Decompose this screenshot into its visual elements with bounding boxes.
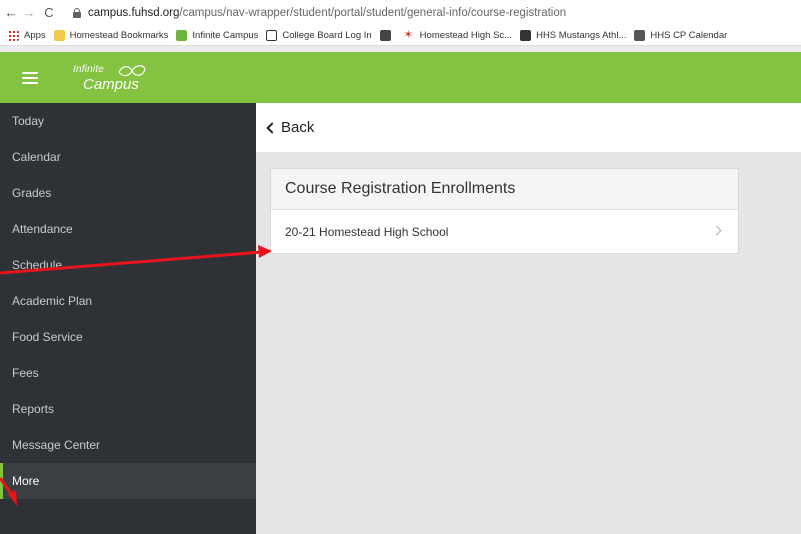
card-title: Course Registration Enrollments [271, 169, 738, 210]
url-path: /campus/nav-wrapper/student/portal/stude… [179, 6, 567, 19]
bookmark-label: Homestead High Sc... [419, 29, 513, 41]
bookmarks-bar: Apps Homestead Bookmarks Infinite Campus… [0, 25, 801, 46]
chevron-right-icon [711, 225, 722, 236]
logo-text-top: Infinite [73, 63, 105, 75]
sidebar-item-schedule[interactable]: Schedule [0, 247, 256, 283]
back-bar: Back [256, 103, 801, 152]
list-item[interactable]: 20-21 Homestead High School [271, 210, 738, 253]
bookmark-label: HHS Mustangs Athl... [536, 29, 627, 41]
bookmark-homestead-bookmarks[interactable]: Homestead Bookmarks [53, 29, 169, 41]
bookmark-label: Apps [24, 29, 46, 41]
sidebar-item-more[interactable]: More [0, 463, 256, 499]
main-content: Back Course Registration Enrollments 20-… [256, 103, 801, 534]
sidebar-item-today[interactable]: Today [0, 103, 256, 139]
bookmark-hhs-mustangs[interactable]: HHS Mustangs Athl... [520, 29, 627, 41]
sidebar-nav: Today Calendar Grades Attendance Schedul… [0, 103, 256, 534]
mustang-icon [520, 29, 532, 41]
bookmark-label: College Board Log In [282, 29, 372, 41]
homestead-icon: ✶ [403, 28, 413, 41]
bookmark-college-board[interactable]: College Board Log In [266, 29, 372, 41]
bookmark-apps[interactable]: Apps [8, 29, 46, 41]
infinity-loop-icon [118, 64, 146, 76]
course-registration-card: Course Registration Enrollments 20-21 Ho… [270, 168, 739, 254]
chevron-left-icon [266, 122, 278, 134]
sidebar-item-calendar[interactable]: Calendar [0, 139, 256, 175]
college-board-icon [266, 29, 278, 41]
sidebar-item-grades[interactable]: Grades [0, 175, 256, 211]
back-button[interactable]: Back [266, 119, 315, 136]
bookmark-label: HHS CP Calendar [650, 29, 728, 41]
bookmark-globe[interactable] [379, 29, 396, 41]
bookmark-infinite-campus[interactable]: Infinite Campus [176, 29, 259, 41]
infinite-campus-icon [176, 29, 188, 41]
sidebar-item-food-service[interactable]: Food Service [0, 319, 256, 355]
calendar-icon [634, 29, 646, 41]
back-label: Back [281, 119, 315, 136]
app-header: Infinite Campus [0, 52, 801, 103]
browser-address-bar: ← → C campus.fuhsd.org/campus/nav-wrappe… [0, 0, 801, 25]
sidebar-item-fees[interactable]: Fees [0, 355, 256, 391]
url-field[interactable]: campus.fuhsd.org/campus/nav-wrapper/stud… [88, 7, 566, 19]
enrollment-label: 20-21 Homestead High School [285, 224, 449, 239]
logo-text-bottom: Campus [83, 75, 139, 93]
menu-icon[interactable] [22, 71, 38, 84]
url-domain: campus.fuhsd.org [88, 6, 180, 19]
globe-icon [379, 29, 391, 41]
sidebar-item-attendance[interactable]: Attendance [0, 211, 256, 247]
infinite-campus-logo[interactable]: Infinite Campus [73, 63, 163, 93]
sidebar-item-message-center[interactable]: Message Center [0, 427, 256, 463]
lock-icon [72, 7, 82, 18]
apps-icon [8, 29, 19, 41]
sidebar-item-reports[interactable]: Reports [0, 391, 256, 427]
folder-icon [53, 29, 65, 41]
browser-forward-icon[interactable]: → [20, 5, 38, 20]
bookmark-homestead-high[interactable]: ✶ Homestead High Sc... [403, 28, 513, 41]
bookmark-label: Infinite Campus [192, 29, 259, 41]
bookmark-label: Homestead Bookmarks [69, 29, 169, 41]
bookmark-hhs-cp-calendar[interactable]: HHS CP Calendar [634, 29, 728, 41]
reload-icon[interactable]: C [40, 5, 58, 20]
browser-back-icon[interactable]: ← [2, 5, 20, 20]
sidebar-item-academic-plan[interactable]: Academic Plan [0, 283, 256, 319]
